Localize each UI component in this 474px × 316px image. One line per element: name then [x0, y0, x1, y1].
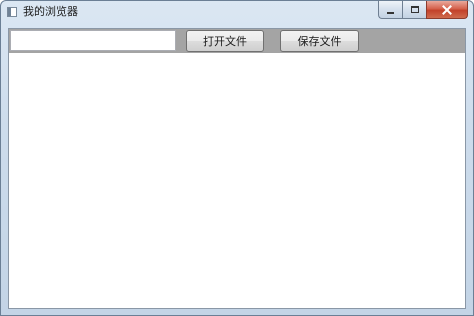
browser-content-area[interactable]: [9, 53, 465, 308]
open-file-button[interactable]: 打开文件: [186, 30, 264, 52]
minimize-icon: [387, 11, 394, 14]
maximize-icon: [410, 6, 419, 13]
save-file-button[interactable]: 保存文件: [280, 30, 359, 52]
client-area: 打开文件 保存文件: [8, 28, 466, 309]
close-button[interactable]: [426, 1, 468, 19]
toolbar: 打开文件 保存文件: [9, 29, 465, 53]
app-icon[interactable]: [7, 7, 17, 17]
caption-buttons: [378, 1, 468, 19]
app-window: 我的浏览器 打开文件 保存文件: [0, 0, 474, 316]
minimize-button[interactable]: [378, 1, 402, 19]
title-bar[interactable]: 我的浏览器: [1, 1, 473, 23]
maximize-button[interactable]: [402, 1, 426, 19]
address-input[interactable]: [10, 30, 176, 51]
window-title: 我的浏览器: [23, 5, 78, 18]
close-icon: [442, 5, 452, 15]
